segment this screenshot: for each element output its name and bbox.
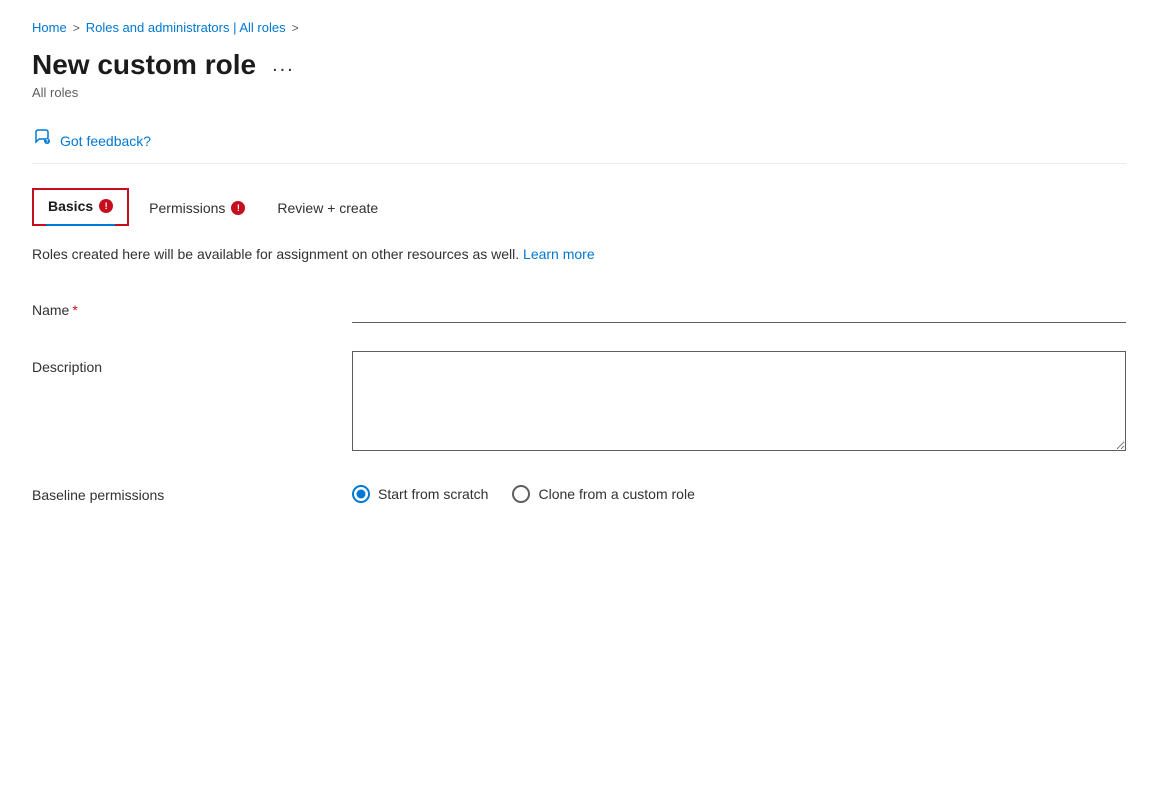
tab-review-create[interactable]: Review + create (261, 192, 394, 226)
feedback-bar: ? Got feedback? (32, 118, 1126, 164)
breadcrumb-home[interactable]: Home (32, 20, 67, 35)
info-text: Roles created here will be available for… (32, 246, 1126, 262)
name-label: Name* (32, 294, 352, 318)
breadcrumb-separator-1: > (73, 21, 80, 35)
feedback-icon: ? (32, 128, 52, 153)
radio-scratch-label: Start from scratch (378, 486, 488, 502)
info-text-main: Roles created here will be available for… (32, 246, 519, 262)
tab-active-underline (46, 224, 115, 226)
form: Name* Description Baseline permissions S… (32, 294, 1126, 503)
tab-basics[interactable]: Basics ! (32, 188, 129, 226)
baseline-permissions-row: Baseline permissions Start from scratch … (32, 479, 1126, 503)
radio-clone[interactable] (512, 485, 530, 503)
radio-option-clone[interactable]: Clone from a custom role (512, 485, 694, 503)
name-field-row: Name* (32, 294, 1126, 323)
description-label: Description (32, 351, 352, 375)
tab-basics-error: ! (99, 199, 113, 213)
svg-text:?: ? (45, 139, 48, 145)
name-input[interactable] (352, 294, 1126, 323)
breadcrumb-separator-2: > (292, 21, 299, 35)
tab-review-create-label: Review + create (277, 200, 378, 216)
feedback-link[interactable]: Got feedback? (60, 133, 151, 149)
breadcrumb-roles-admin[interactable]: Roles and administrators | All roles (86, 20, 286, 35)
breadcrumb: Home > Roles and administrators | All ro… (32, 20, 1126, 35)
page-title: New custom role (32, 49, 256, 81)
name-required-indicator: * (72, 302, 77, 318)
learn-more-link[interactable]: Learn more (523, 246, 595, 262)
tab-permissions[interactable]: Permissions ! (129, 192, 261, 226)
tabs-container: Basics ! Permissions ! Review + create (32, 188, 1126, 226)
tab-permissions-error: ! (231, 201, 245, 215)
ellipsis-menu-button[interactable]: ... (266, 52, 301, 79)
radio-option-scratch[interactable]: Start from scratch (352, 485, 488, 503)
radio-clone-label: Clone from a custom role (538, 486, 694, 502)
description-field-row: Description (32, 351, 1126, 451)
description-input[interactable] (352, 351, 1126, 451)
baseline-label: Baseline permissions (32, 479, 352, 503)
tab-basics-label: Basics (48, 198, 93, 214)
tab-permissions-label: Permissions (149, 200, 225, 216)
baseline-radio-group: Start from scratch Clone from a custom r… (352, 479, 695, 503)
radio-scratch[interactable] (352, 485, 370, 503)
page-subtitle: All roles (32, 85, 1126, 100)
